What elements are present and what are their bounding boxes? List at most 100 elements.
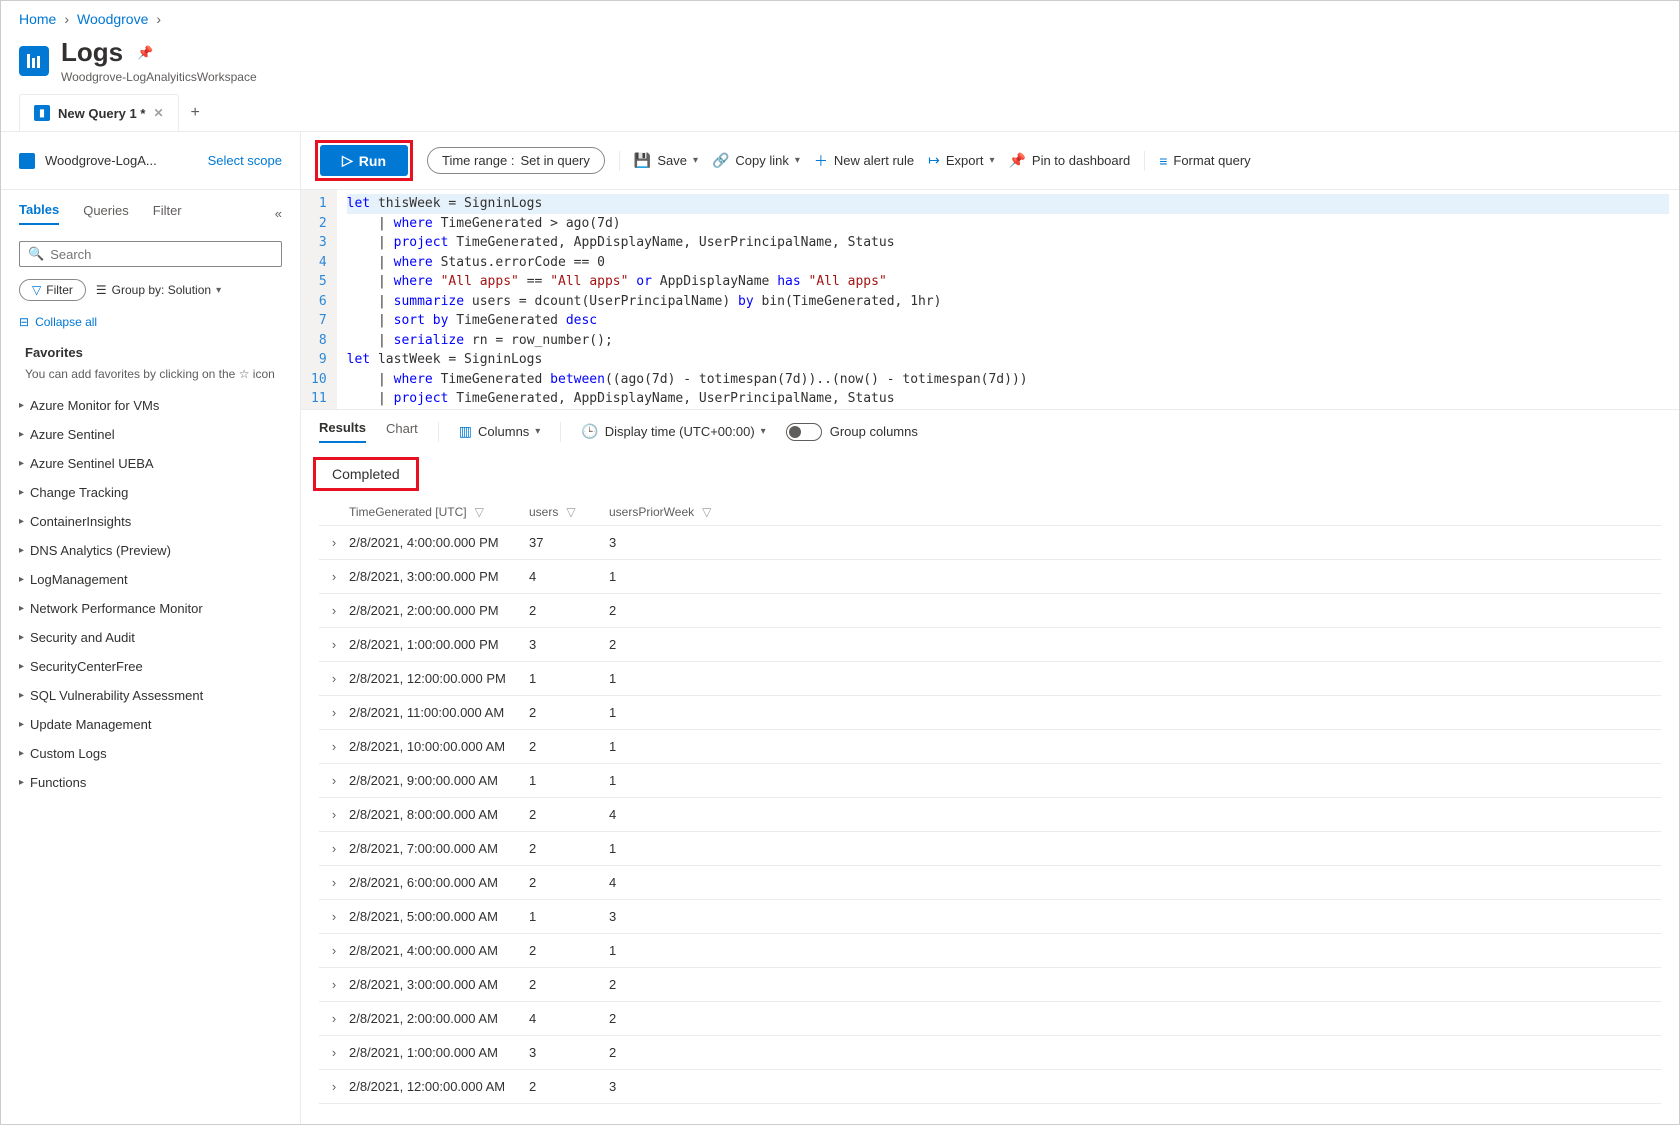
table-row[interactable]: ›2/8/2021, 3:00:00.000 PM41 <box>319 560 1661 594</box>
tree-item[interactable]: ▸Azure Sentinel UEBA <box>1 449 300 478</box>
expand-icon[interactable]: › <box>319 603 349 618</box>
tree-item[interactable]: ▸SQL Vulnerability Assessment <box>1 681 300 710</box>
tree-item[interactable]: ▸Update Management <box>1 710 300 739</box>
run-button[interactable]: ▷ Run <box>320 145 408 176</box>
cell-time: 2/8/2021, 12:00:00.000 AM <box>349 1079 529 1094</box>
new-tab-button[interactable]: + <box>183 96 208 130</box>
format-query-button[interactable]: ≡Format query <box>1159 153 1250 169</box>
tree-item[interactable]: ▸Change Tracking <box>1 478 300 507</box>
tree-item[interactable]: ▸LogManagement <box>1 565 300 594</box>
filter-button[interactable]: ▽Filter <box>19 279 86 301</box>
table-row[interactable]: ›2/8/2021, 4:00:00.000 AM21 <box>319 934 1661 968</box>
chart-tab[interactable]: Chart <box>386 421 418 442</box>
cell-users: 2 <box>529 943 609 958</box>
tree-item[interactable]: ▸Custom Logs <box>1 739 300 768</box>
export-button[interactable]: ↦Export▾ <box>928 152 994 169</box>
col-users[interactable]: users <box>529 505 558 519</box>
breadcrumb-workspace[interactable]: Woodgrove <box>77 11 148 27</box>
toggle-icon[interactable] <box>786 423 822 441</box>
tree-item[interactable]: ▸DNS Analytics (Preview) <box>1 536 300 565</box>
group-columns-toggle[interactable]: Group columns <box>786 423 918 441</box>
expand-icon[interactable]: › <box>319 841 349 856</box>
chevron-down-icon: ▾ <box>989 155 994 166</box>
tree-item[interactable]: ▸Functions <box>1 768 300 797</box>
col-prior[interactable]: usersPriorWeek <box>609 505 694 519</box>
table-row[interactable]: ›2/8/2021, 12:00:00.000 AM23 <box>319 1070 1661 1104</box>
tree-item[interactable]: ▸SecurityCenterFree <box>1 652 300 681</box>
save-button[interactable]: 💾Save▾ <box>634 152 698 169</box>
filter-icon[interactable]: ▽ <box>702 505 711 519</box>
table-row[interactable]: ›2/8/2021, 8:00:00.000 AM24 <box>319 798 1661 832</box>
sidebar-tab-filter[interactable]: Filter <box>153 203 182 224</box>
table-row[interactable]: ›2/8/2021, 10:00:00.000 AM21 <box>319 730 1661 764</box>
search-input[interactable] <box>50 247 273 262</box>
query-tab-1[interactable]: ▮ New Query 1 * ✕ <box>19 94 179 131</box>
table-row[interactable]: ›2/8/2021, 5:00:00.000 AM13 <box>319 900 1661 934</box>
pin-icon[interactable]: 📌 <box>137 45 153 61</box>
cell-prior: 3 <box>609 1079 729 1094</box>
expand-icon[interactable]: › <box>319 569 349 584</box>
expand-icon[interactable]: › <box>319 1011 349 1026</box>
table-row[interactable]: ›2/8/2021, 6:00:00.000 AM24 <box>319 866 1661 900</box>
select-scope-link[interactable]: Select scope <box>208 153 282 168</box>
table-row[interactable]: ›2/8/2021, 11:00:00.000 AM21 <box>319 696 1661 730</box>
new-alert-button[interactable]: ＋New alert rule <box>814 151 914 171</box>
expand-icon[interactable]: › <box>319 739 349 754</box>
time-range-pill[interactable]: Time range : Set in query <box>427 147 605 174</box>
expand-icon[interactable]: › <box>319 671 349 686</box>
table-row[interactable]: ›2/8/2021, 12:00:00.000 PM11 <box>319 662 1661 696</box>
table-row[interactable]: ›2/8/2021, 3:00:00.000 AM22 <box>319 968 1661 1002</box>
expand-icon[interactable]: › <box>319 705 349 720</box>
pin-dashboard-button[interactable]: 📌Pin to dashboard <box>1008 152 1130 169</box>
cell-prior: 3 <box>609 535 729 550</box>
scope-selector[interactable]: Woodgrove-LogA... Select scope <box>1 132 301 189</box>
chevron-right-icon: ▸ <box>19 748 24 759</box>
query-editor[interactable]: 1234567891011 let thisWeek = SigninLogs … <box>301 190 1679 410</box>
collapse-sidebar-icon[interactable]: « <box>275 206 282 221</box>
tree-item[interactable]: ▸Azure Monitor for VMs <box>1 391 300 420</box>
sidebar-tab-queries[interactable]: Queries <box>83 203 129 224</box>
cell-users: 3 <box>529 637 609 652</box>
cell-users: 2 <box>529 1079 609 1094</box>
columns-button[interactable]: ▥Columns▾ <box>459 423 541 440</box>
expand-icon[interactable]: › <box>319 1079 349 1094</box>
sidebar-tab-tables[interactable]: Tables <box>19 202 59 225</box>
display-time-button[interactable]: 🕒Display time (UTC+00:00)▾ <box>581 423 765 440</box>
logs-icon <box>19 46 49 76</box>
expand-icon[interactable]: › <box>319 943 349 958</box>
expand-icon[interactable]: › <box>319 1045 349 1060</box>
table-row[interactable]: ›2/8/2021, 9:00:00.000 AM11 <box>319 764 1661 798</box>
columns-label: Columns <box>478 424 529 439</box>
filter-icon[interactable]: ▽ <box>475 505 484 519</box>
expand-icon[interactable]: › <box>319 977 349 992</box>
table-row[interactable]: ›2/8/2021, 1:00:00.000 AM32 <box>319 1036 1661 1070</box>
col-time[interactable]: TimeGenerated [UTC] <box>349 505 467 519</box>
close-icon[interactable]: ✕ <box>153 106 163 120</box>
copy-link-button[interactable]: 🔗Copy link▾ <box>712 152 800 169</box>
tree-item[interactable]: ▸ContainerInsights <box>1 507 300 536</box>
expand-icon[interactable]: › <box>319 637 349 652</box>
table-row[interactable]: ›2/8/2021, 2:00:00.000 AM42 <box>319 1002 1661 1036</box>
search-input-wrap[interactable]: 🔍 <box>19 241 282 267</box>
expand-icon[interactable]: › <box>319 909 349 924</box>
tree-item[interactable]: ▸Security and Audit <box>1 623 300 652</box>
editor-code[interactable]: let thisWeek = SigninLogs | where TimeGe… <box>337 190 1679 409</box>
filter-icon[interactable]: ▽ <box>566 505 575 519</box>
tree-item[interactable]: ▸Azure Sentinel <box>1 420 300 449</box>
expand-icon[interactable]: › <box>319 875 349 890</box>
expand-icon[interactable]: › <box>319 535 349 550</box>
groupby-dropdown[interactable]: ☰Group by: Solution▾ <box>96 283 221 297</box>
tree-item[interactable]: ▸Network Performance Monitor <box>1 594 300 623</box>
table-row[interactable]: ›2/8/2021, 7:00:00.000 AM21 <box>319 832 1661 866</box>
breadcrumb-home[interactable]: Home <box>19 11 56 27</box>
cell-prior: 1 <box>609 705 729 720</box>
table-row[interactable]: ›2/8/2021, 2:00:00.000 PM22 <box>319 594 1661 628</box>
expand-icon[interactable]: › <box>319 807 349 822</box>
expand-icon[interactable]: › <box>319 773 349 788</box>
collapse-all-link[interactable]: ⊟Collapse all <box>1 307 300 337</box>
divider <box>619 151 620 171</box>
results-tab[interactable]: Results <box>319 420 366 443</box>
table-row[interactable]: ›2/8/2021, 4:00:00.000 PM373 <box>319 526 1661 560</box>
chevron-right-icon: ▸ <box>19 719 24 730</box>
table-row[interactable]: ›2/8/2021, 1:00:00.000 PM32 <box>319 628 1661 662</box>
